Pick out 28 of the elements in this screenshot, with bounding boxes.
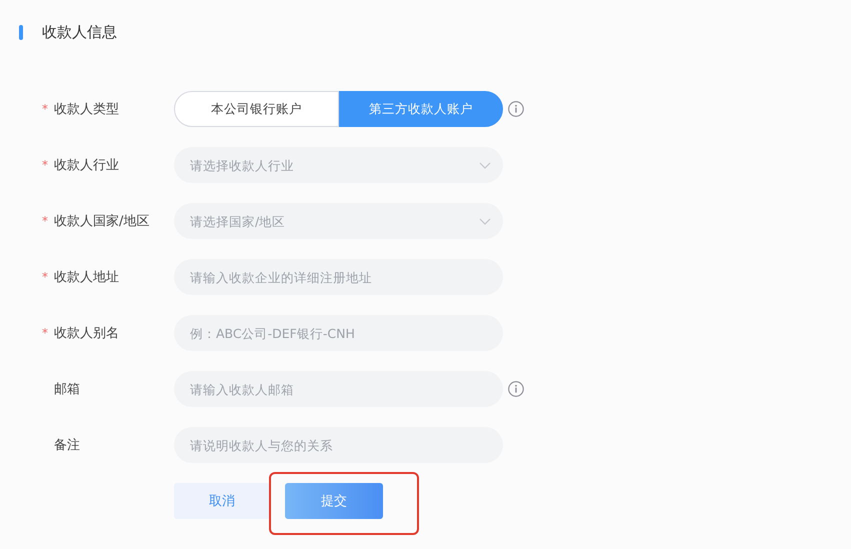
- required-asterisk: *: [42, 270, 49, 284]
- cancel-button[interactable]: 取消: [174, 483, 270, 519]
- info-icon[interactable]: [508, 381, 524, 397]
- field-label: 备注: [54, 437, 80, 454]
- chevron-down-icon: [479, 162, 491, 169]
- segment-tab[interactable]: 第三方收款人账户: [338, 91, 503, 127]
- info-icon[interactable]: [508, 101, 524, 117]
- field-label: 收款人国家/地区: [54, 213, 150, 230]
- input-field[interactable]: 请输入收款企业的详细注册地址: [174, 259, 503, 295]
- select-field[interactable]: 请选择收款人行业: [174, 147, 503, 183]
- field-label: 收款人地址: [54, 269, 119, 286]
- section-marker: [19, 24, 23, 40]
- input-field[interactable]: 请说明收款人与您的关系: [174, 427, 503, 463]
- field-label: 收款人行业: [54, 157, 119, 174]
- input-field[interactable]: 例：ABC公司-DEF银行-CNH: [174, 315, 503, 351]
- required-asterisk: *: [42, 214, 49, 228]
- segment-tab[interactable]: 本公司银行账户: [174, 91, 338, 127]
- section-title: 收款人信息: [42, 22, 117, 42]
- submit-button[interactable]: 提交: [285, 483, 383, 519]
- required-asterisk: *: [42, 102, 49, 116]
- input-field[interactable]: 请输入收款人邮箱: [174, 371, 503, 407]
- required-asterisk: *: [42, 158, 49, 172]
- required-asterisk: *: [42, 326, 49, 340]
- select-field[interactable]: 请选择国家/地区: [174, 203, 503, 239]
- chevron-down-icon: [479, 218, 491, 225]
- field-label: 收款人类型: [54, 101, 119, 118]
- field-label: 邮箱: [54, 381, 80, 398]
- field-label: 收款人别名: [54, 325, 119, 342]
